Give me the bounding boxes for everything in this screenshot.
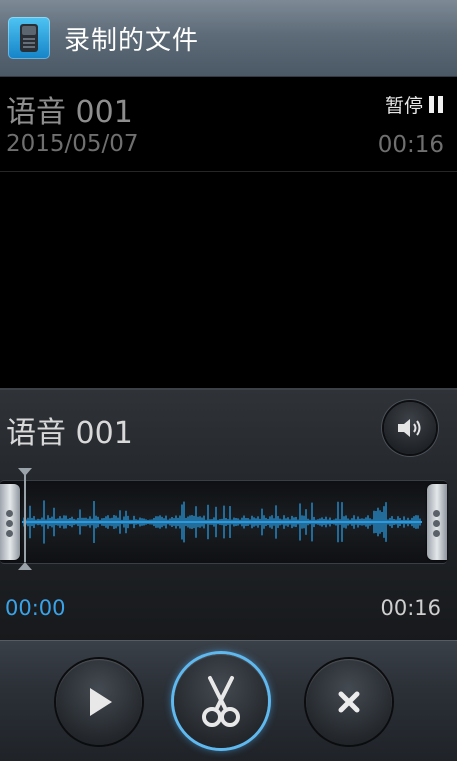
play-button[interactable] — [56, 659, 142, 745]
trim-end-handle[interactable] — [427, 484, 447, 560]
recording-list-item[interactable]: 语音 001 2015/05/07 暂停 00:16 — [0, 77, 457, 172]
current-time: 00:00 — [5, 596, 66, 620]
playhead-marker-bottom — [18, 562, 32, 570]
pause-icon — [429, 96, 443, 113]
cancel-button[interactable] — [306, 659, 392, 745]
player-panel: 语音 001 00:00 00:16 — [0, 388, 457, 642]
play-icon — [90, 688, 112, 716]
list-divider — [0, 171, 457, 172]
trim-button[interactable] — [174, 654, 268, 748]
speaker-icon — [398, 419, 421, 437]
speaker-button[interactable] — [384, 402, 436, 454]
close-icon — [338, 691, 360, 713]
recording-name: 语音 001 — [6, 95, 133, 130]
title-bar: 录制的文件 — [0, 0, 457, 77]
recorder-app-icon[interactable] — [8, 17, 50, 59]
waveform — [22, 500, 422, 544]
recording-duration: 00:16 — [377, 132, 444, 158]
trim-start-handle[interactable] — [0, 484, 20, 560]
waveform-track[interactable] — [0, 480, 447, 564]
screen: 录制的文件 语音 001 2015/05/07 暂停 00:16 语音 001 — [0, 0, 457, 761]
pause-button[interactable]: 暂停 — [385, 91, 443, 118]
pause-label: 暂停 — [384, 95, 423, 117]
page-title: 录制的文件 — [64, 26, 200, 56]
recording-date: 2015/05/07 — [6, 131, 139, 157]
playhead[interactable] — [24, 468, 26, 562]
scissors-icon — [202, 676, 240, 727]
control-bar — [0, 640, 457, 761]
total-time: 00:16 — [380, 596, 441, 620]
player-title: 语音 001 — [6, 416, 133, 451]
